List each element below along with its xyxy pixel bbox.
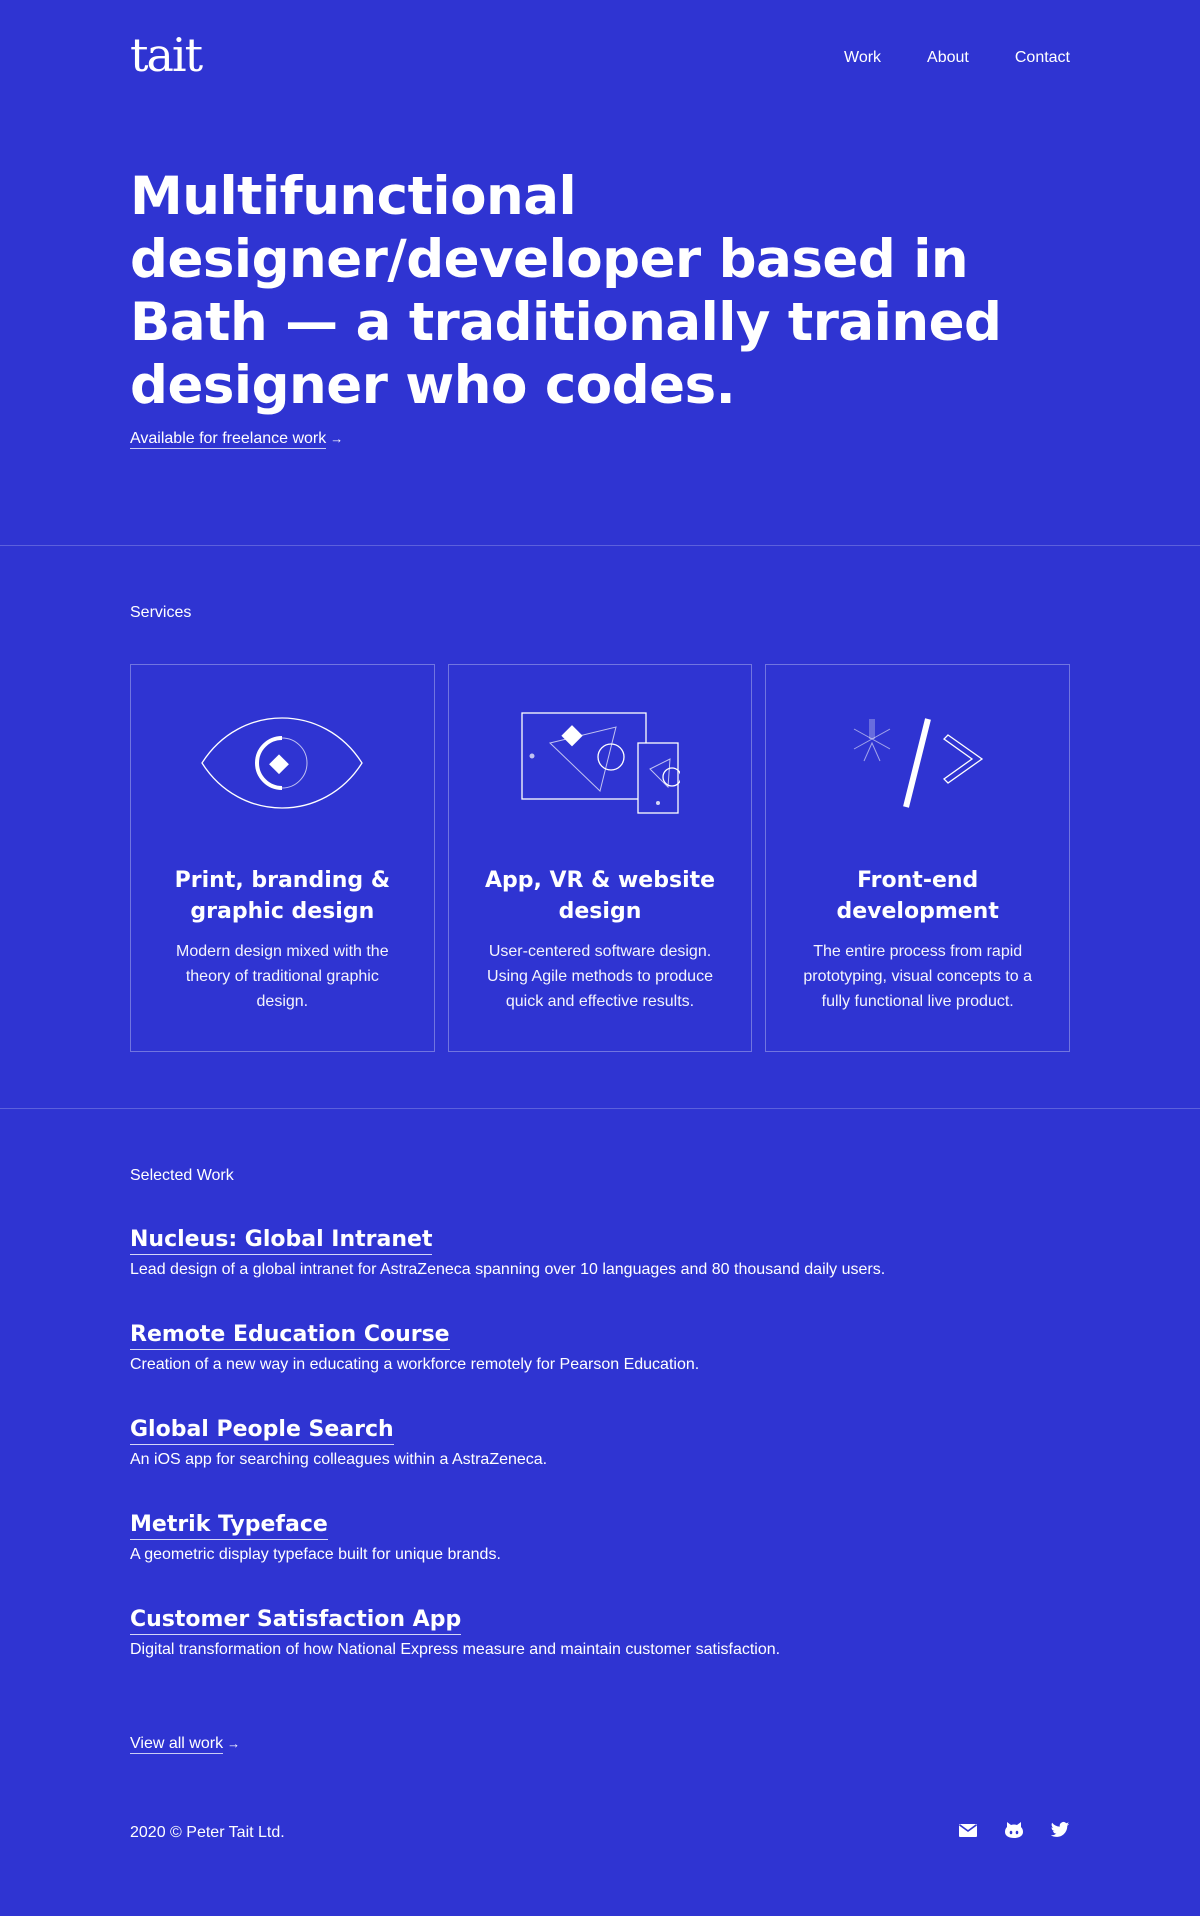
- services-cards: Print, branding & graphic design Modern …: [130, 664, 1071, 1052]
- section-divider: [0, 545, 1200, 546]
- service-desc: Modern design mixed with the theory of t…: [176, 942, 389, 1010]
- work-title-link[interactable]: Global People Search: [130, 1416, 394, 1445]
- page: tait Work About Contact Multifunctional …: [0, 0, 1200, 1916]
- work-title-link[interactable]: Metrik Typeface: [130, 1511, 328, 1540]
- section-divider: [0, 1108, 1200, 1109]
- service-title: App, VR & website design: [484, 867, 716, 924]
- code-icon: [848, 703, 988, 823]
- service-desc: User-centered software design. Using Agi…: [487, 942, 713, 1010]
- work-title-link[interactable]: Customer Satisfaction App: [130, 1606, 462, 1635]
- view-all-work-link[interactable]: View all work →: [130, 1733, 240, 1755]
- arrow-right-icon: →: [227, 1736, 241, 1751]
- nav-about[interactable]: About: [927, 48, 969, 68]
- service-title: Print, branding & graphic design: [174, 867, 391, 924]
- work-title-link[interactable]: Remote Education Course: [130, 1321, 450, 1350]
- work-item: Nucleus: Global Intranet Lead design of …: [130, 1226, 1070, 1321]
- selected-work-label: Selected Work: [130, 1167, 234, 1184]
- service-title: Front-end development: [836, 867, 999, 924]
- work-item: Metrik Typeface A geometric display type…: [130, 1511, 1070, 1606]
- work-desc: Creation of a new way in educating a wor…: [130, 1356, 700, 1373]
- logo[interactable]: tait: [130, 30, 203, 80]
- service-card-dev: Front-end development The entire process…: [765, 664, 1071, 1052]
- main-nav: Work About Contact: [844, 48, 1070, 68]
- work-desc: A geometric display typeface built for u…: [130, 1546, 501, 1563]
- freelance-link[interactable]: Available for freelance work →: [130, 428, 343, 450]
- view-all-work-label: View all work: [130, 1735, 224, 1754]
- work-desc: Lead design of a global intranet for Ast…: [130, 1261, 886, 1278]
- nav-work[interactable]: Work: [844, 48, 881, 68]
- eye-icon: [200, 703, 364, 823]
- services-label: Services: [130, 604, 192, 621]
- work-item: Remote Education Course Creation of a ne…: [130, 1321, 1070, 1416]
- service-card-design: Print, branding & graphic design Modern …: [130, 664, 435, 1052]
- work-list: Nucleus: Global Intranet Lead design of …: [130, 1226, 1070, 1701]
- twitter-icon[interactable]: [1050, 1820, 1070, 1840]
- arrow-right-icon: →: [330, 431, 344, 446]
- nav-contact[interactable]: Contact: [1015, 48, 1070, 68]
- work-item: Customer Satisfaction App Digital transf…: [130, 1606, 1070, 1701]
- hero-title: Multifunctional designer/developer based…: [130, 166, 1002, 416]
- social-links: [958, 1820, 1070, 1840]
- work-desc: Digital transformation of how National E…: [130, 1641, 781, 1658]
- github-icon[interactable]: [1004, 1820, 1024, 1840]
- work-item: Global People Search An iOS app for sear…: [130, 1416, 1070, 1511]
- service-card-app: App, VR & website design User-centered s…: [447, 664, 753, 1052]
- service-desc: The entire process from rapid prototypin…: [803, 942, 1032, 1010]
- work-desc: An iOS app for searching colleagues with…: [130, 1451, 548, 1468]
- mail-icon[interactable]: [958, 1820, 978, 1840]
- work-title-link[interactable]: Nucleus: Global Intranet: [130, 1226, 433, 1255]
- devices-icon: [520, 703, 680, 823]
- freelance-link-label: Available for freelance work: [130, 430, 327, 449]
- copyright: 2020 © Peter Tait Ltd.: [130, 1824, 285, 1841]
